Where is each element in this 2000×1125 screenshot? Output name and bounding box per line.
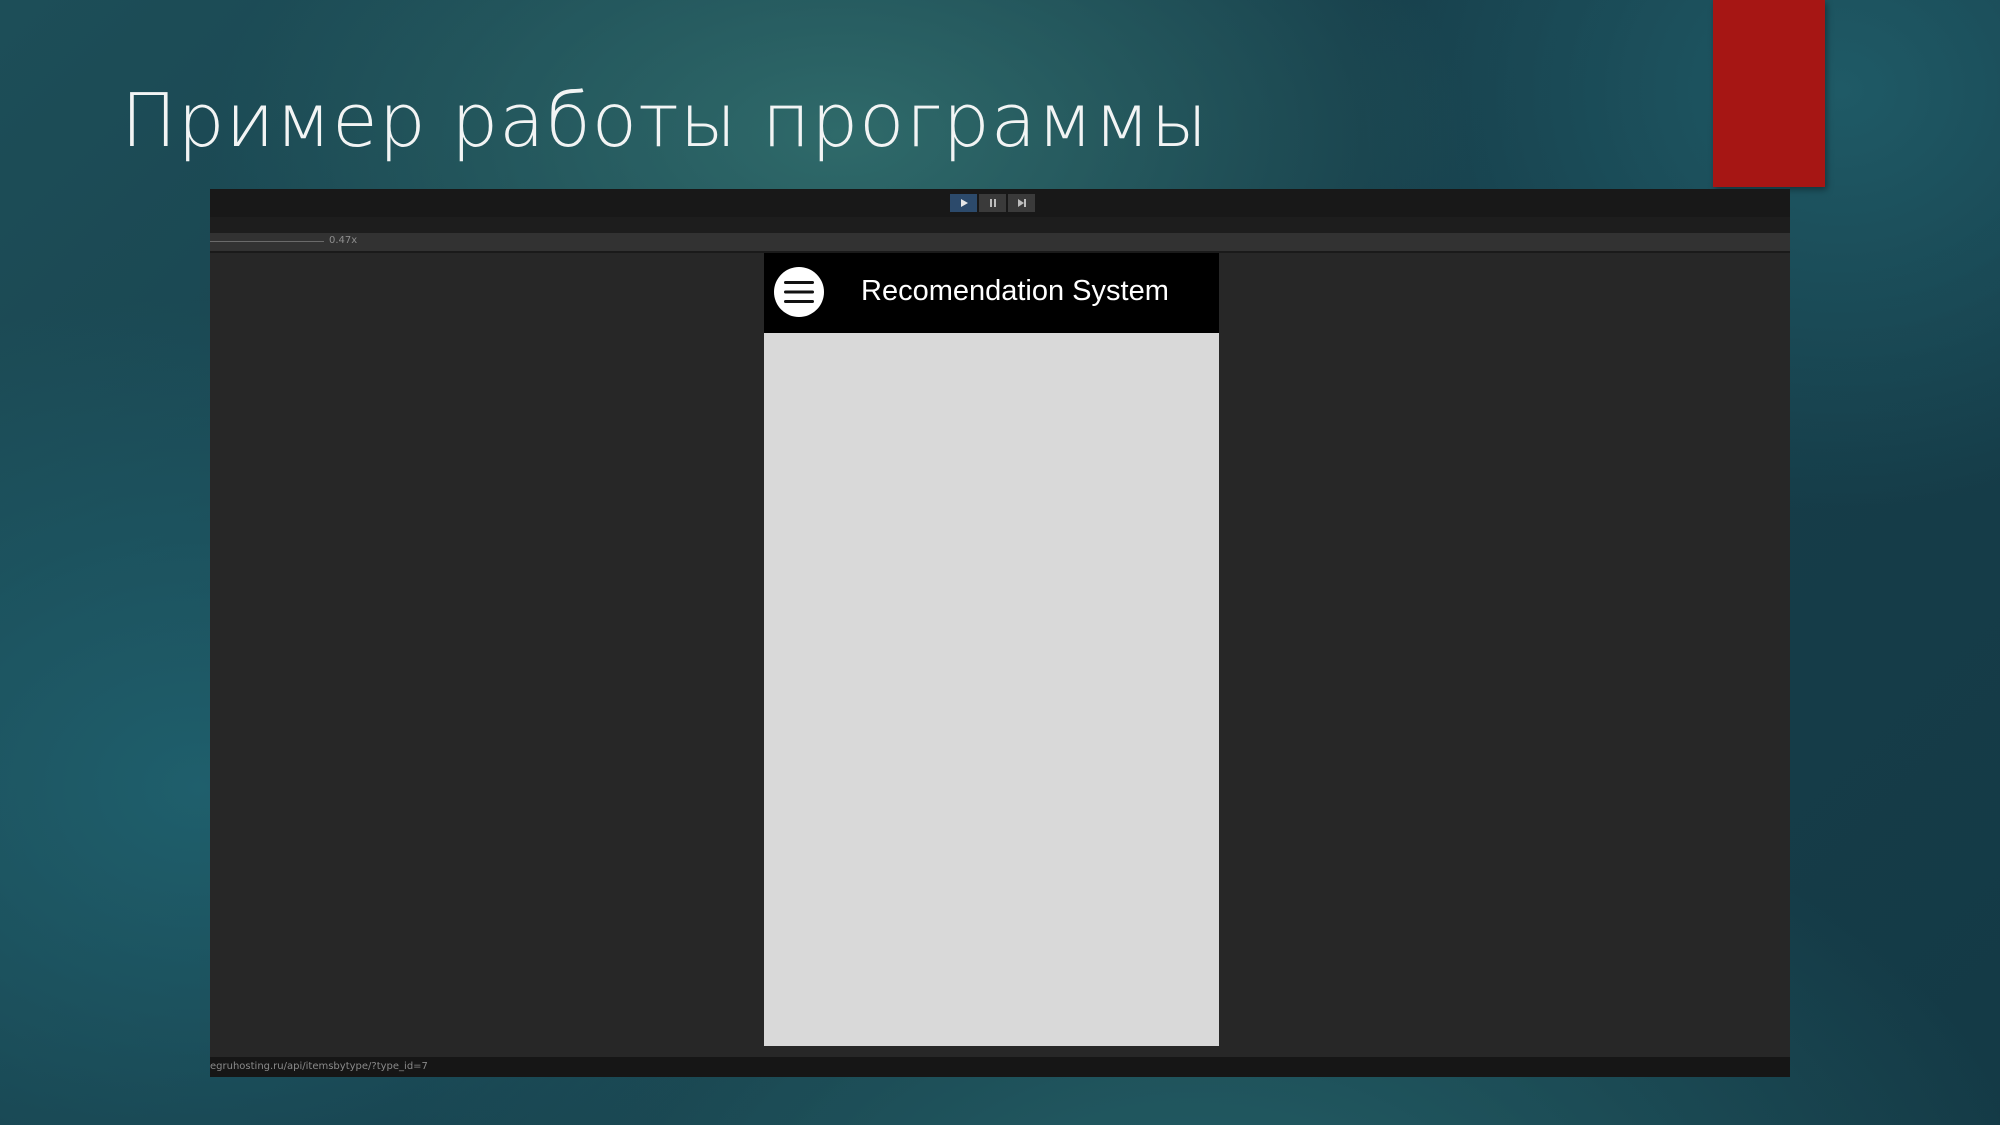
app-title: Recomendation System: [861, 275, 1169, 307]
hamburger-menu-icon: [784, 281, 814, 303]
pause-icon: [989, 199, 996, 207]
play-icon: [960, 199, 968, 207]
zoom-slider[interactable]: [210, 241, 324, 242]
play-button[interactable]: [950, 194, 977, 212]
step-forward-icon: [1017, 199, 1026, 207]
status-url: egruhosting.ru/api/itemsbytype/?type_id=…: [210, 1061, 428, 1072]
secondary-toolbar: [210, 217, 1790, 233]
playback-controls: [950, 194, 1035, 212]
status-bar: egruhosting.ru/api/itemsbytype/?type_id=…: [210, 1057, 1790, 1077]
app-preview: Recomendation System: [764, 253, 1219, 1046]
zoom-bar: 0.47x: [210, 233, 1790, 253]
accent-bar: [1713, 0, 1825, 187]
app-header: Recomendation System: [764, 253, 1219, 333]
emulator-window: 0.47x Recomendation System egruhosting.r…: [210, 189, 1790, 1077]
menu-button[interactable]: [774, 267, 824, 317]
step-forward-button[interactable]: [1008, 194, 1035, 212]
top-toolbar: [210, 189, 1790, 217]
slide-title: Пример работы программы: [121, 78, 1209, 164]
pause-button[interactable]: [979, 194, 1006, 212]
zoom-level: 0.47x: [329, 235, 358, 246]
